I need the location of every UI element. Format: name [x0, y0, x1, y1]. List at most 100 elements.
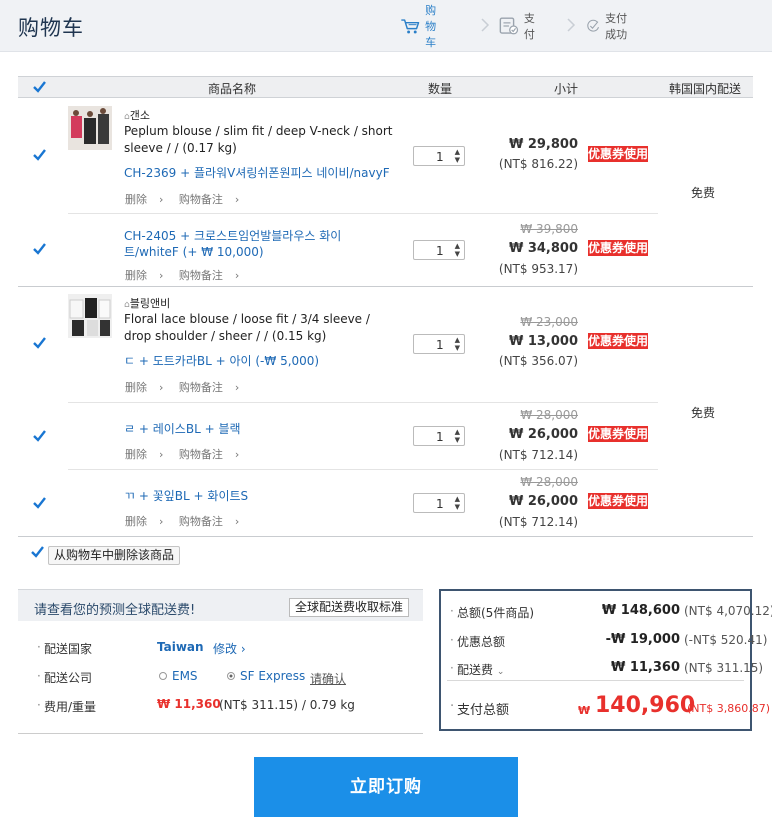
- shipping-fee-value: ₩ 11,360: [610, 660, 680, 675]
- discount-label: 优惠总额: [450, 633, 505, 650]
- discount-value: -₩ 19,000: [605, 632, 680, 647]
- note-link[interactable]: 购物备注 ›: [179, 193, 239, 206]
- step-payment-label: 支付: [523, 12, 535, 41]
- delete-link[interactable]: 删除 ›: [125, 448, 163, 461]
- header-product-name: 商品名称: [208, 82, 257, 96]
- chevron-right-icon: [567, 18, 576, 32]
- chevron-right-icon: [481, 18, 490, 32]
- sf-express-option[interactable]: SF Express: [227, 669, 305, 683]
- country-label: 配送国家: [37, 640, 92, 657]
- delete-selected-button[interactable]: 从购物车中删除该商品: [48, 546, 181, 565]
- item-price-ntd: (NT$ 712.14): [498, 448, 578, 462]
- chevron-down-icon[interactable]: ⌄: [497, 667, 505, 677]
- success-check-icon: [587, 19, 599, 32]
- fee-ntd-weight: (NT$ 311.15) / 0.79 kg: [219, 698, 355, 712]
- payment-form-icon: [499, 17, 519, 35]
- note-link[interactable]: 购物备注 ›: [179, 448, 239, 461]
- item-original-price: ₩ 39,800: [520, 222, 578, 236]
- cart-item: ㄲ + 꽃잎BL + 화이트S 删除 › 购物备注 › 1 ▲ ▼ ₩ 28,000 …: [18, 470, 753, 536]
- step-success-label: 支付成功: [605, 12, 628, 41]
- product-name[interactable]: Floral lace blouse / loose fit / 3/4 sle…: [124, 311, 394, 345]
- use-coupon-button[interactable]: 优惠券使用: [588, 426, 648, 442]
- product-option[interactable]: ㄷ + 도트카라BL + 아이 (-₩ 5,000): [124, 353, 394, 369]
- total-label: 总额(5件商品): [450, 604, 534, 621]
- select-all-checkbox[interactable]: [32, 80, 46, 94]
- select-all-bottom-checkbox[interactable]: [30, 545, 44, 559]
- item-price: ₩ 13,000: [508, 334, 578, 349]
- discount-ntd: (-NT$ 520.41): [684, 633, 768, 647]
- note-link[interactable]: 购物备注 ›: [179, 269, 239, 282]
- spinner-arrows-icon[interactable]: ▲ ▼: [455, 336, 460, 352]
- radio-unselected-icon[interactable]: [159, 672, 167, 680]
- fee-label: 费用/重量: [37, 698, 96, 715]
- use-coupon-button[interactable]: 优惠券使用: [588, 240, 648, 256]
- item-actions: 删除 › 购物备注 ›: [125, 379, 251, 395]
- divider: [447, 680, 744, 681]
- product-option[interactable]: CH-2405 + 크로스트임언발블라우스 화이트/whiteF (+ ₩ 10…: [124, 228, 394, 260]
- header-subtotal: 小计: [554, 82, 579, 96]
- pay-total-ntd: (NT$ 3,860.87): [687, 702, 771, 715]
- product-thumbnail[interactable]: [68, 294, 112, 338]
- cart-item: ⌂블링앤비 Floral lace blouse / loose fit / 3…: [18, 287, 753, 420]
- item-checkbox[interactable]: [32, 242, 46, 256]
- note-link[interactable]: 购物备注 ›: [179, 381, 239, 394]
- delete-link[interactable]: 删除 ›: [125, 193, 163, 206]
- cart-item: ㄹ + 레이스BL + 블랙 删除 › 购物备注 › 1 ▲ ▼ ₩ 28,000 ₩…: [18, 403, 753, 469]
- header-domestic-shipping: 韩国国内配送: [669, 82, 742, 96]
- item-price: ₩ 29,800: [508, 137, 578, 152]
- use-coupon-button[interactable]: 优惠券使用: [588, 493, 648, 509]
- use-coupon-button[interactable]: 优惠券使用: [588, 333, 648, 349]
- product-option[interactable]: CH-2369 + 플라워V셔링쉬폰원피스 네이비/navyF: [124, 165, 394, 181]
- domestic-shipping-fee: 免费: [691, 186, 716, 200]
- shipping-fee-ntd: (NT$ 311.15): [684, 661, 764, 675]
- note-link[interactable]: 购物备注 ›: [179, 515, 239, 528]
- order-now-button[interactable]: 立即订购: [254, 757, 518, 817]
- product-thumbnail[interactable]: [68, 106, 112, 150]
- page-title: 购物车: [18, 16, 84, 40]
- quantity-stepper[interactable]: 1 ▲ ▼: [413, 240, 465, 260]
- pay-currency: ₩: [578, 704, 591, 717]
- quantity-stepper[interactable]: 1 ▲ ▼: [413, 334, 465, 354]
- seller-name[interactable]: ⌂갠소: [124, 107, 150, 123]
- table-header: 商品名称 数量 小计 韩国国内配送: [18, 76, 753, 98]
- item-checkbox[interactable]: [32, 429, 46, 443]
- radio-selected-icon[interactable]: [227, 672, 235, 680]
- delete-link[interactable]: 删除 ›: [125, 269, 163, 282]
- shipping-standard-button[interactable]: 全球配送费收取标准: [289, 598, 410, 617]
- spinner-arrows-icon[interactable]: ▲ ▼: [455, 495, 460, 511]
- item-checkbox[interactable]: [32, 336, 46, 350]
- item-price-ntd: (NT$ 712.14): [498, 515, 578, 529]
- cart-item: ⌂갠소 Peplum blouse / slim fit / deep V-ne…: [18, 98, 753, 214]
- confirm-link[interactable]: 请确认: [310, 670, 346, 687]
- delete-link[interactable]: 删除 ›: [125, 381, 163, 394]
- item-original-price: ₩ 28,000: [520, 475, 578, 489]
- shipping-fee-toggle[interactable]: 配送费 ⌄: [450, 661, 505, 678]
- product-option[interactable]: ㄹ + 레이스BL + 블랙: [124, 421, 394, 437]
- item-price-ntd: (NT$ 816.22): [498, 157, 578, 171]
- seller-name[interactable]: ⌂블링앤비: [124, 295, 170, 311]
- spinner-arrows-icon[interactable]: ▲ ▼: [455, 242, 460, 258]
- item-original-price: ₩ 28,000: [520, 408, 578, 422]
- item-original-price: ₩ 23,000: [520, 315, 578, 329]
- quantity-stepper[interactable]: 1 ▲ ▼: [413, 493, 465, 513]
- spinner-arrows-icon[interactable]: ▲ ▼: [455, 148, 460, 164]
- table-bottom-border: [18, 536, 753, 537]
- quantity-stepper[interactable]: 1 ▲ ▼: [413, 426, 465, 446]
- change-country-link[interactable]: 修改 ›: [213, 640, 246, 657]
- product-option[interactable]: ㄲ + 꽃잎BL + 화이트S: [124, 488, 394, 504]
- total-value: ₩ 148,600: [601, 603, 680, 618]
- item-actions: 删除 › 购物备注 ›: [125, 191, 251, 207]
- item-price-ntd: (NT$ 953.17): [498, 262, 578, 276]
- use-coupon-button[interactable]: 优惠券使用: [588, 146, 648, 162]
- country-value: Taiwan: [157, 640, 204, 654]
- quantity-stepper[interactable]: 1 ▲ ▼: [413, 146, 465, 166]
- item-checkbox[interactable]: [32, 148, 46, 162]
- ems-option[interactable]: EMS: [159, 669, 198, 683]
- item-actions: 删除 › 购物备注 ›: [125, 513, 251, 529]
- product-name[interactable]: Peplum blouse / slim fit / deep V-neck /…: [124, 123, 414, 157]
- item-checkbox[interactable]: [32, 496, 46, 510]
- company-label: 配送公司: [37, 669, 92, 686]
- fee-value: ₩ 11,360: [157, 697, 221, 711]
- spinner-arrows-icon[interactable]: ▲ ▼: [455, 428, 460, 444]
- delete-link[interactable]: 删除 ›: [125, 515, 163, 528]
